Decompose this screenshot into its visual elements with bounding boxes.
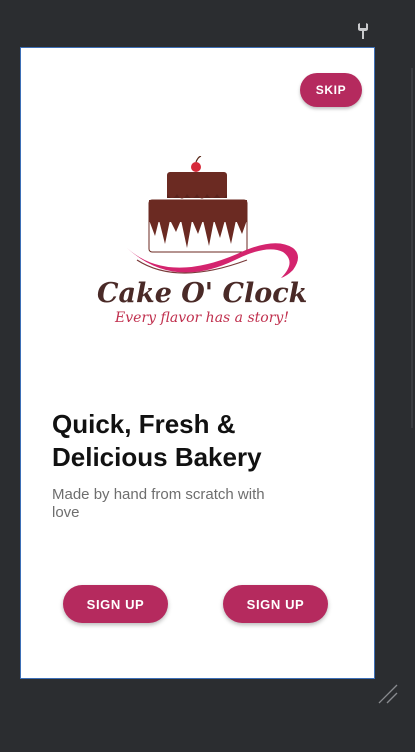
skip-button[interactable]: SKIP [300,73,362,107]
sign-up-button-right[interactable]: SIGN UP [223,585,328,623]
brand-name: Cake O' Clock [97,278,308,309]
wrench-icon[interactable] [356,22,370,40]
editor-scrollbar[interactable] [411,68,413,428]
page-title: Quick, Fresh & Delicious Bakery [52,408,352,474]
phone-screen: SKIP Cake O' Clock Every flavor has a st… [20,47,375,679]
page-title-line-2: Delicious Bakery [52,442,262,472]
page-subtitle: Made by hand from scratch with love [52,486,265,521]
sign-up-button-left[interactable]: SIGN UP [63,585,168,623]
brand-tagline: Every flavor has a story! [115,310,289,326]
page-title-line-1: Quick, Fresh & [52,409,236,439]
app-window: SKIP Cake O' Clock Every flavor has a st… [0,0,415,752]
resize-handle-icon[interactable] [377,683,399,705]
